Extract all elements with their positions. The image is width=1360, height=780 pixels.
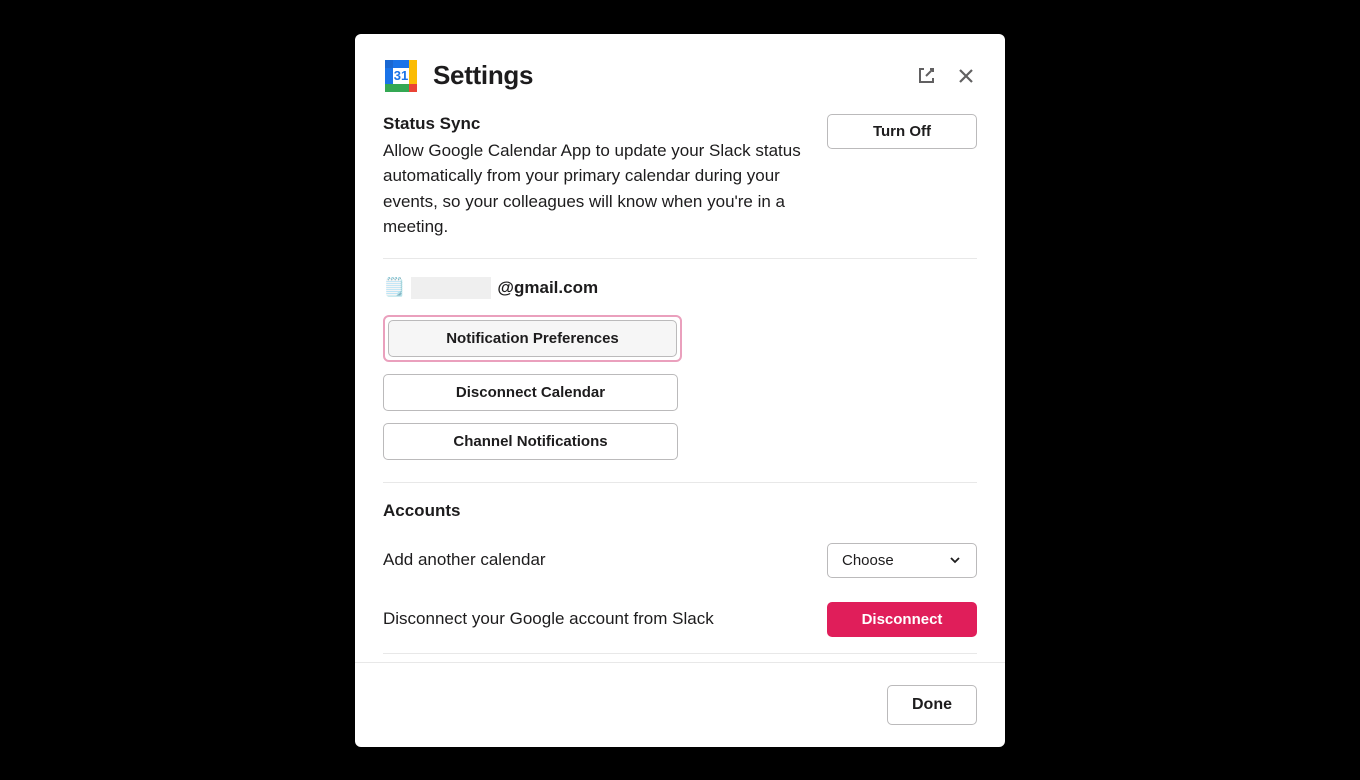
add-calendar-row: Add another calendar Choose [383, 535, 977, 594]
disconnect-calendar-button[interactable]: Disconnect Calendar [383, 374, 678, 411]
status-sync-title: Status Sync [383, 114, 807, 134]
add-calendar-label: Add another calendar [383, 550, 546, 570]
turn-off-button[interactable]: Turn Off [827, 114, 977, 149]
accounts-section-title: Accounts [383, 483, 977, 535]
modal-body: Status Sync Allow Google Calendar App to… [355, 114, 1005, 654]
channel-notifications-button[interactable]: Channel Notifications [383, 423, 678, 460]
account-email-suffix: @gmail.com [497, 278, 598, 298]
google-calendar-icon: 31 [383, 58, 419, 94]
notification-preferences-button[interactable]: Notification Preferences [388, 320, 677, 357]
settings-modal: 31 Settings Status Sync Allow Google Cal [355, 34, 1005, 747]
disconnect-account-row: Disconnect your Google account from Slac… [383, 594, 977, 653]
choose-label: Choose [842, 552, 894, 569]
disconnect-button[interactable]: Disconnect [827, 602, 977, 637]
svg-text:31: 31 [394, 68, 408, 83]
account-row: 🗒️ @gmail.com [383, 259, 977, 315]
status-sync-section: Status Sync Allow Google Calendar App to… [383, 114, 977, 258]
choose-calendar-select[interactable]: Choose [827, 543, 977, 578]
open-external-icon[interactable] [915, 65, 937, 87]
divider [383, 653, 977, 654]
done-button[interactable]: Done [887, 685, 977, 725]
calendar-action-buttons: Notification Preferences Disconnect Cale… [383, 315, 977, 482]
modal-title: Settings [433, 60, 915, 91]
disconnect-account-label: Disconnect your Google account from Slac… [383, 609, 714, 629]
status-sync-description: Allow Google Calendar App to update your… [383, 138, 807, 240]
redacted-email-prefix [411, 277, 491, 299]
modal-header: 31 Settings [355, 34, 1005, 114]
highlighted-selection: Notification Preferences [383, 315, 682, 362]
close-icon[interactable] [955, 65, 977, 87]
notepad-icon: 🗒️ [383, 277, 405, 298]
chevron-down-icon [948, 553, 962, 567]
modal-footer: Done [355, 662, 1005, 747]
header-actions [915, 65, 977, 87]
